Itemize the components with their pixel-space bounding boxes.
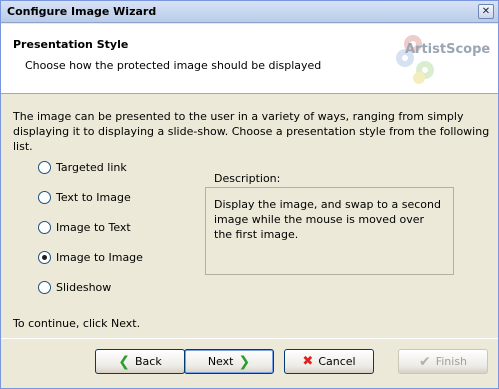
radio-text-to-image[interactable]: Text to Image — [38, 189, 131, 205]
next-button[interactable]: Next ❯ — [184, 349, 274, 374]
footer-divider — [1, 338, 498, 339]
description-label: Description: — [214, 172, 281, 185]
close-icon: ✕ — [481, 6, 491, 17]
radio-slideshow[interactable]: Slideshow — [38, 279, 111, 295]
logo-text: ArtistScope — [405, 42, 491, 57]
continue-hint: To continue, click Next. — [13, 317, 141, 330]
cancel-x-icon: ✖ — [302, 353, 314, 369]
wizard-header: Presentation Style Choose how the protec… — [1, 24, 498, 94]
back-label: Back — [135, 355, 162, 368]
back-arrow-icon: ❮ — [118, 353, 130, 370]
close-button[interactable]: ✕ — [478, 4, 494, 19]
cancel-label: Cancel — [318, 355, 356, 368]
intro-text: The image can be presented to the user i… — [13, 110, 490, 153]
next-arrow-icon: ❯ — [238, 353, 251, 370]
wizard-window: Configure Image Wizard ✕ Presentation St… — [0, 0, 499, 389]
title-bar: Configure Image Wizard ✕ — [1, 1, 498, 23]
next-label: Next — [207, 355, 234, 368]
checkmark-icon: ✔ — [418, 353, 431, 370]
radio-targeted-link[interactable]: Targeted link — [38, 159, 127, 175]
radio-button-icon[interactable] — [38, 280, 51, 294]
description-box: Display the image, and swap to a second … — [205, 187, 454, 275]
cancel-button[interactable]: ✖ Cancel — [284, 349, 374, 374]
window-title: Configure Image Wizard — [7, 5, 157, 18]
radio-label: Image to Text — [56, 220, 131, 234]
radio-label: Slideshow — [56, 280, 112, 294]
radio-button-icon[interactable] — [38, 220, 51, 234]
radio-label: Text to Image — [56, 190, 131, 204]
radio-button-checked-icon[interactable] — [38, 250, 51, 264]
finish-button[interactable]: ✔ Finish — [398, 349, 488, 374]
back-button[interactable]: ❮ Back — [95, 349, 185, 374]
radio-image-to-image[interactable]: Image to Image — [38, 249, 143, 265]
radio-label: Targeted link — [56, 160, 127, 174]
radio-button-icon[interactable] — [38, 160, 51, 174]
radio-button-icon[interactable] — [38, 190, 51, 204]
page-subtitle: Choose how the protected image should be… — [25, 59, 322, 72]
artistscope-logo: ArtistScope — [391, 28, 491, 88]
finish-label: Finish — [435, 355, 468, 368]
gear-logo-icon — [396, 35, 434, 84]
radio-label: Image to Image — [56, 250, 143, 264]
radio-image-to-text[interactable]: Image to Text — [38, 219, 131, 235]
page-title: Presentation Style — [13, 38, 129, 51]
